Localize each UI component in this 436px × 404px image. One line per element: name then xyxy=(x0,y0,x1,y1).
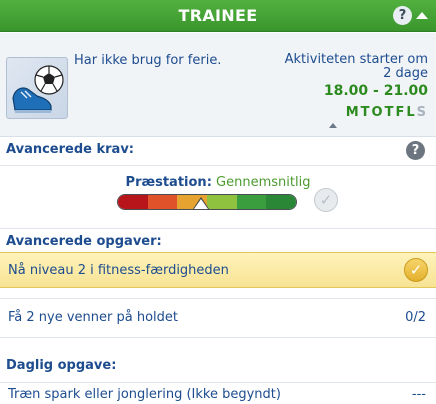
day-letter: S xyxy=(416,105,428,120)
meter-segment xyxy=(266,195,296,209)
task-progress: --- xyxy=(411,387,426,402)
meter-pointer-icon xyxy=(194,199,208,209)
activity-time-range: 18.00 - 21.00 xyxy=(323,83,428,99)
activity-start-label: Aktiviteten starter om 2 dage xyxy=(258,53,428,81)
task-text: Træn spark eller jonglering (Ikke begynd… xyxy=(8,387,281,402)
current-day-marker-icon xyxy=(329,123,337,128)
advanced-requirements-heading: Avancerede krav: xyxy=(6,142,135,157)
day-letter: L xyxy=(406,105,417,120)
daily-task-heading: Daglig opgave: xyxy=(6,358,117,373)
day-letter: T xyxy=(384,105,396,120)
day-letter: T xyxy=(360,105,372,120)
day-letter: M xyxy=(345,105,361,120)
help-icon[interactable]: ? xyxy=(393,6,412,25)
start-label-line2: 2 dage xyxy=(383,66,428,81)
day-letter: F xyxy=(395,105,407,120)
soccer-ball-boot-icon xyxy=(6,57,68,119)
performance-key: Præstation: xyxy=(125,175,212,190)
performance-value: Gennemsnitlig xyxy=(216,175,311,190)
day-letter: O xyxy=(371,105,385,120)
header-title: TRAINEE xyxy=(178,6,258,25)
meter-segment xyxy=(118,195,148,209)
meter-segment xyxy=(207,195,237,209)
task-progress: 0/2 xyxy=(405,310,426,325)
activity-panel: Har ikke brug for ferie. Aktiviteten sta… xyxy=(0,33,436,137)
advanced-tasks-heading: Avancerede opgaver: xyxy=(6,234,162,249)
activity-description: Har ikke brug for ferie. xyxy=(74,53,222,68)
daily-task-row: Træn spark eller jonglering (Ikke begynd… xyxy=(0,382,436,404)
meter-segment xyxy=(147,195,178,209)
check-icon: ✓ xyxy=(314,188,338,212)
task-text: Nå niveau 2 i fitness-færdigheden xyxy=(8,263,229,278)
task-text: Få 2 nye venner på holdet xyxy=(8,310,178,325)
check-icon: ✓ xyxy=(404,258,428,282)
task-row-completed: Nå niveau 2 i fitness-færdigheden ✓ xyxy=(0,252,436,288)
help-icon[interactable]: ? xyxy=(406,141,425,160)
header-bar: TRAINEE ? xyxy=(0,0,436,32)
start-label-line1: Aktiviteten starter om xyxy=(284,52,428,67)
collapse-arrow-icon[interactable] xyxy=(416,12,428,19)
task-row: Få 2 nye venner på holdet 0/2 xyxy=(0,298,436,338)
performance-label: Præstation: Gennemsnitlig xyxy=(0,175,436,190)
meter-segment xyxy=(236,195,267,209)
performance-card: Præstation: Gennemsnitlig ✓ xyxy=(0,165,436,229)
weekday-schedule: MTOTFLS xyxy=(346,105,428,120)
